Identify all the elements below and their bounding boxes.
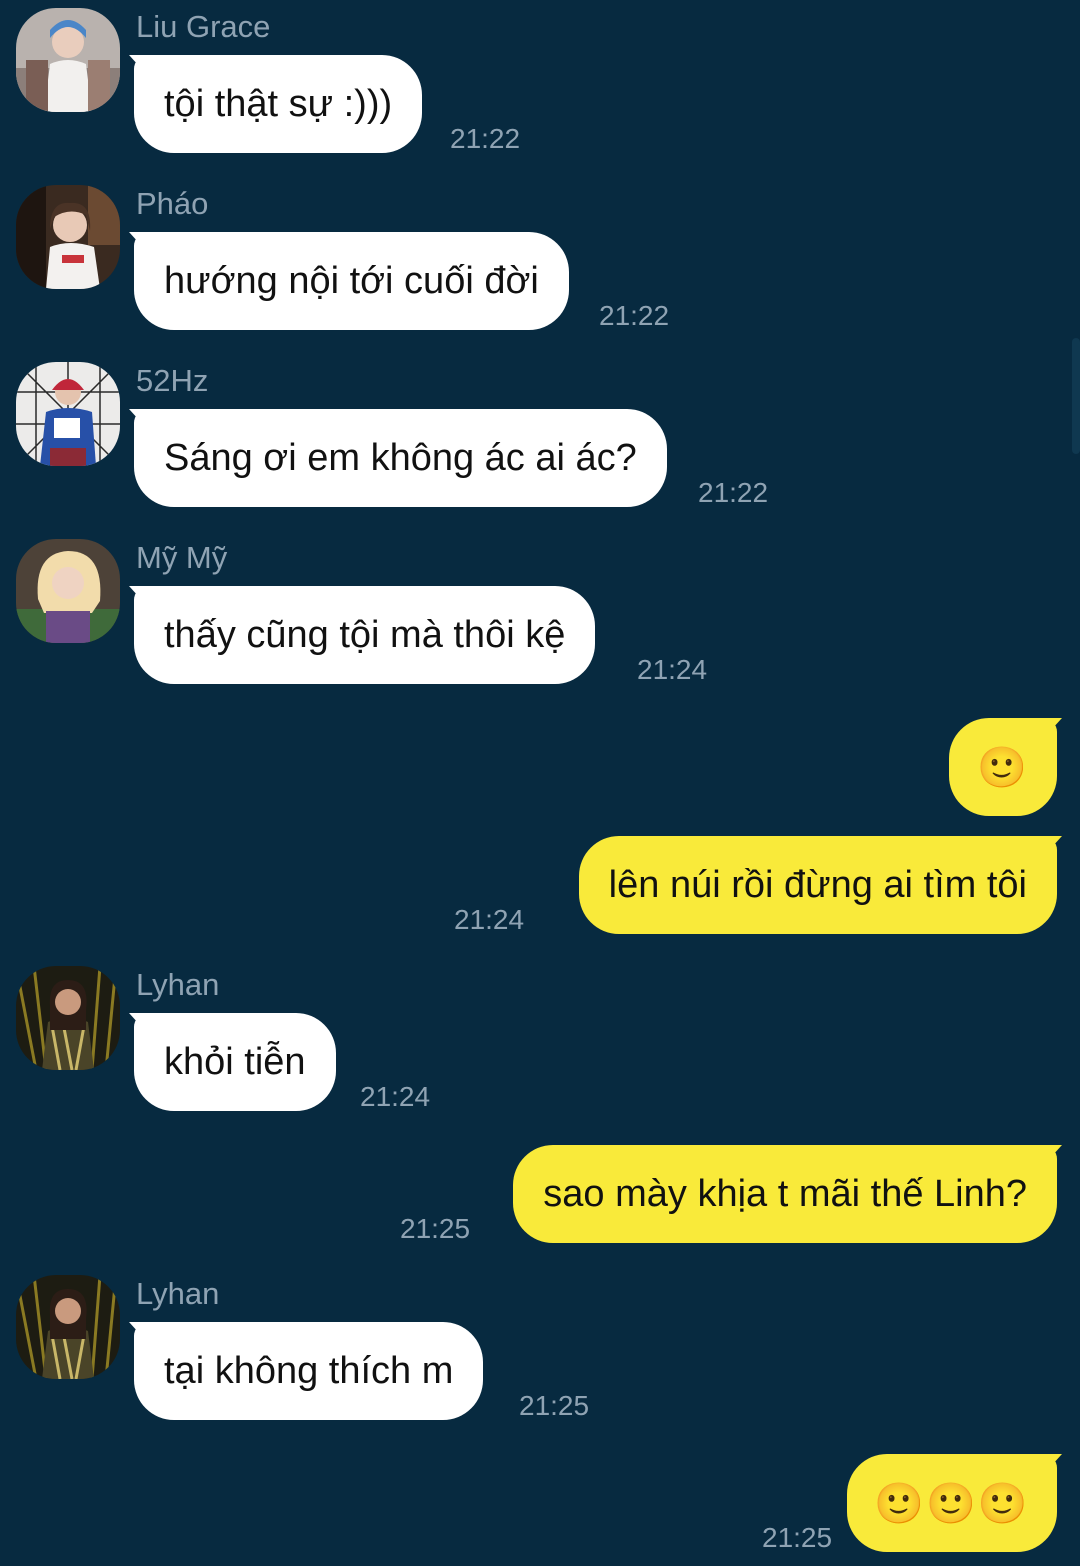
message-time: 21:22 (450, 123, 521, 154)
sender-name: Lyhan (136, 967, 220, 1002)
avatar[interactable] (16, 8, 120, 112)
message-time: 21:24 (454, 904, 525, 935)
avatar-liu-grace-image (16, 8, 120, 112)
avatar[interactable] (16, 966, 120, 1070)
sender-name: Lyhan (136, 1276, 220, 1311)
message-bubble-outgoing[interactable]: 🙂🙂🙂 (847, 1454, 1057, 1552)
avatar[interactable] (16, 362, 120, 466)
message-bubble[interactable]: hướng nội tới cuối đời (134, 232, 569, 330)
message-text: sao mày khịa t mãi thế Linh? (543, 1172, 1027, 1215)
avatar-lyhan-image (16, 1275, 120, 1379)
message-text: thấy cũng tội mà thôi kệ (164, 613, 566, 656)
avatar[interactable] (16, 185, 120, 289)
message-bubble-outgoing[interactable]: lên núi rồi đừng ai tìm tôi (578, 836, 1057, 934)
message-time: 21:25 (762, 1522, 833, 1553)
message-bubble[interactable]: tội thật sự :))) (134, 55, 423, 153)
avatar-my-my-image (16, 539, 120, 643)
message-bubble-outgoing[interactable]: sao mày khịa t mãi thế Linh? (513, 1145, 1057, 1243)
message-time: 21:22 (599, 300, 670, 331)
sender-name: Liu Grace (136, 9, 271, 44)
message-text: tại không thích m (164, 1349, 454, 1392)
message-bubble[interactable]: tại không thích m (134, 1322, 484, 1420)
message-bubble[interactable]: Sáng ơi em không ác ai ác? (134, 409, 667, 507)
message-text: lên núi rồi đừng ai tìm tôi (608, 863, 1027, 906)
avatar[interactable] (16, 539, 120, 643)
message-time: 21:25 (400, 1213, 471, 1244)
emoji-text: 🙂🙂🙂 (874, 1481, 1030, 1526)
sender-name: Pháo (136, 186, 209, 221)
scrollbar[interactable] (1072, 338, 1080, 454)
message-bubble-outgoing[interactable]: 🙂 (949, 718, 1057, 816)
avatar-52hz-image (16, 362, 120, 466)
message-time: 21:24 (360, 1081, 431, 1112)
chat-thread[interactable]: Liu Grace tội thật sự :))) 21:22 Pháo hư… (0, 0, 1080, 1566)
message-text: Sáng ơi em không ác ai ác? (164, 436, 637, 479)
message-bubble[interactable]: thấy cũng tội mà thôi kệ (134, 586, 596, 684)
message-text: hướng nội tới cuối đời (164, 259, 539, 302)
message-time: 21:22 (698, 477, 769, 508)
message-time: 21:24 (637, 654, 708, 685)
emoji-text: 🙂 (977, 745, 1029, 790)
avatar[interactable] (16, 1275, 120, 1379)
message-time: 21:25 (519, 1390, 590, 1421)
avatar-phao-image (16, 185, 120, 289)
sender-name: Mỹ Mỹ (136, 540, 228, 575)
message-text: tội thật sự :))) (164, 82, 393, 125)
sender-name: 52Hz (136, 363, 209, 398)
avatar-lyhan-image (16, 966, 120, 1070)
message-text: khỏi tiễn (164, 1040, 306, 1083)
message-bubble[interactable]: khỏi tiễn (134, 1013, 336, 1111)
